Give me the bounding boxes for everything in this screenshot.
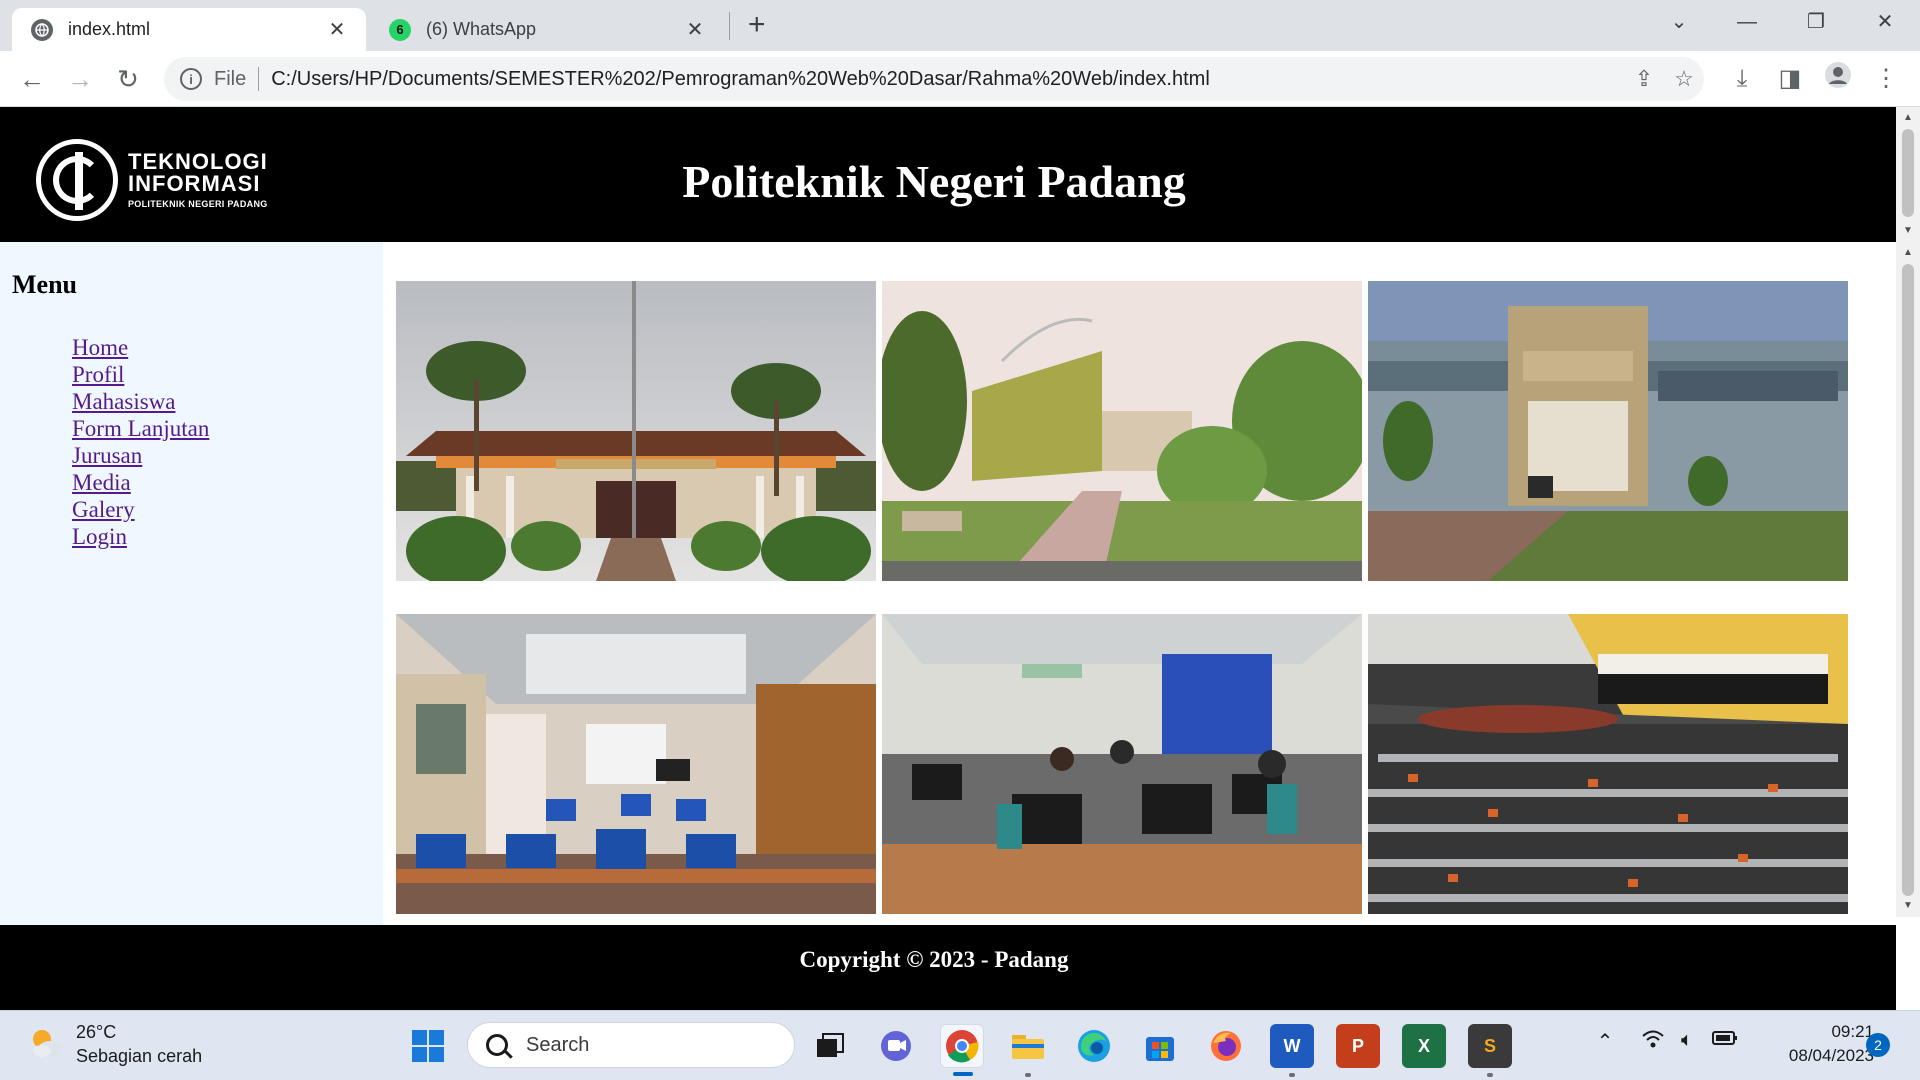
wifi-icon[interactable] — [1638, 1029, 1668, 1055]
menu-heading: Menu — [12, 270, 77, 299]
share-icon[interactable]: ⇪ — [1624, 66, 1664, 92]
download-icon[interactable]: ⤓ — [1724, 61, 1760, 97]
close-window-button[interactable]: ✕ — [1865, 6, 1905, 38]
windows-start-icon[interactable] — [406, 1024, 450, 1068]
minimize-button[interactable]: — — [1727, 6, 1767, 38]
whatsapp-icon: 6 — [389, 18, 411, 41]
microsoft-store-icon[interactable] — [1138, 1024, 1182, 1068]
browser-toolbar: ← → ↻ i File C:/Users/HP/Documents/SEMES… — [0, 51, 1920, 107]
menu-link-media[interactable]: Media — [72, 470, 131, 495]
web-page: TEKNOLOGI INFORMASI POLITEKNIK NEGERI PA… — [0, 107, 1896, 1010]
close-tab-icon[interactable]: ✕ — [680, 17, 710, 42]
url-text[interactable]: C:/Users/HP/Documents/SEMESTER%202/Pemro… — [271, 68, 1624, 91]
address-bar[interactable]: i File C:/Users/HP/Documents/SEMESTER%20… — [164, 57, 1704, 101]
open-app-indicator — [1289, 1073, 1295, 1077]
firefox-icon[interactable] — [1204, 1024, 1248, 1068]
scroll-down-arrow-icon[interactable]: ▼ — [1898, 222, 1918, 240]
menu-link-mahasiswa[interactable]: Mahasiswa — [72, 389, 175, 414]
scheme-label: File — [214, 67, 247, 90]
scroll-thumb[interactable] — [1902, 129, 1914, 217]
globe-icon — [31, 18, 53, 41]
menu-link-login[interactable]: Login — [72, 524, 127, 549]
restore-button[interactable]: ❐ — [1796, 6, 1836, 38]
browser-tab-bar: index.html ✕ 6 (6) WhatsApp ✕ + ⌄ — ❐ ✕ — [0, 0, 1920, 51]
tab-divider — [729, 12, 730, 40]
gallery-photo-campus-building — [396, 281, 876, 581]
reload-icon[interactable]: ↻ — [110, 61, 146, 97]
content-scrollbar[interactable]: ▲ ▼ — [1896, 242, 1920, 917]
menu-dots-icon[interactable]: ⋮ — [1868, 61, 1904, 97]
weather-description[interactable]: Sebagian cerah — [76, 1046, 202, 1067]
active-app-indicator — [953, 1072, 973, 1076]
search-icon — [486, 1034, 508, 1056]
site-header: TEKNOLOGI INFORMASI POLITEKNIK NEGERI PA… — [0, 107, 1896, 242]
windows-taskbar: 26°C Sebagian cerah Search W P X S ⌃ 🔈︎ — [0, 1010, 1920, 1080]
address-divider — [258, 67, 260, 91]
battery-icon[interactable] — [1710, 1029, 1740, 1052]
gallery-photo-graduation — [1368, 614, 1848, 914]
gallery-photo-pkm-building — [1368, 281, 1848, 581]
gallery-photo-lab-students — [882, 614, 1362, 914]
site-footer: Copyright © 2023 - Padang — [0, 925, 1896, 1010]
edge-browser-icon[interactable] — [1072, 1024, 1116, 1068]
scroll-thumb[interactable] — [1902, 264, 1914, 896]
tab-whatsapp[interactable]: 6 (6) WhatsApp ✕ — [370, 8, 724, 51]
bookmark-star-icon[interactable]: ☆ — [1664, 66, 1704, 92]
page-title: Politeknik Negeri Padang — [682, 156, 1186, 207]
menu-link-form-lanjutan[interactable]: Form Lanjutan — [72, 416, 209, 441]
sidebar-menu: Menu Home Profil Mahasiswa Form Lanjutan… — [0, 242, 383, 925]
scroll-down-arrow-icon[interactable]: ▼ — [1898, 897, 1918, 915]
scroll-up-arrow-icon[interactable]: ▲ — [1898, 109, 1918, 127]
menu-link-jurusan[interactable]: Jurusan — [72, 443, 142, 468]
scroll-up-arrow-icon[interactable]: ▲ — [1898, 244, 1918, 262]
file-explorer-icon[interactable] — [1006, 1024, 1050, 1077]
teams-chat-icon[interactable] — [874, 1024, 918, 1068]
search-placeholder: Search — [526, 1033, 590, 1056]
header-scrollbar[interactable]: ▲ ▼ — [1896, 107, 1920, 242]
gallery-photo-computer-lab — [396, 614, 876, 914]
copyright-text: Copyright © 2023 - Padang — [799, 947, 1069, 972]
word-icon[interactable]: W — [1270, 1024, 1314, 1077]
close-tab-icon[interactable]: ✕ — [322, 17, 352, 42]
tab-index-html[interactable]: index.html ✕ — [12, 8, 366, 51]
tab-label: index.html — [68, 19, 151, 39]
weather-temperature[interactable]: 26°C — [76, 1022, 116, 1043]
forward-arrow-icon[interactable]: → — [62, 61, 98, 97]
powerpoint-icon[interactable]: P — [1336, 1024, 1380, 1068]
volume-icon[interactable]: 🔈︎ — [1672, 1029, 1702, 1052]
menu-link-galery[interactable]: Galery — [72, 497, 135, 522]
chrome-taskbar-icon[interactable] — [940, 1024, 984, 1076]
info-icon[interactable]: i — [180, 68, 202, 90]
excel-icon[interactable]: X — [1402, 1024, 1446, 1068]
open-app-indicator — [1487, 1073, 1493, 1077]
tab-label: (6) WhatsApp — [426, 19, 537, 39]
weather-partly-sunny-icon[interactable] — [28, 1025, 64, 1061]
menu-list: Home Profil Mahasiswa Form Lanjutan Juru… — [72, 334, 209, 550]
notification-badge[interactable]: 2 — [1866, 1033, 1890, 1057]
back-arrow-icon[interactable]: ← — [14, 61, 50, 97]
clock-time[interactable]: 09:21 — [1810, 1022, 1874, 1042]
profile-avatar-icon[interactable] — [1820, 61, 1856, 97]
side-panel-icon[interactable]: ◨ — [1772, 61, 1808, 97]
clock-date[interactable]: 08/04/2023 — [1760, 1046, 1874, 1066]
sublime-text-icon[interactable]: S — [1468, 1024, 1512, 1077]
menu-link-profil[interactable]: Profil — [72, 362, 124, 387]
chevron-up-icon[interactable]: ⌃ — [1590, 1029, 1620, 1054]
gallery-photo-garden-building — [882, 281, 1362, 581]
menu-link-home[interactable]: Home — [72, 335, 128, 360]
taskbar-search-box[interactable]: Search — [467, 1022, 795, 1068]
new-tab-button[interactable]: + — [748, 9, 766, 41]
task-view-icon[interactable] — [808, 1024, 852, 1068]
open-app-indicator — [1025, 1073, 1031, 1077]
tab-search-chevron-icon[interactable]: ⌄ — [1659, 6, 1699, 38]
